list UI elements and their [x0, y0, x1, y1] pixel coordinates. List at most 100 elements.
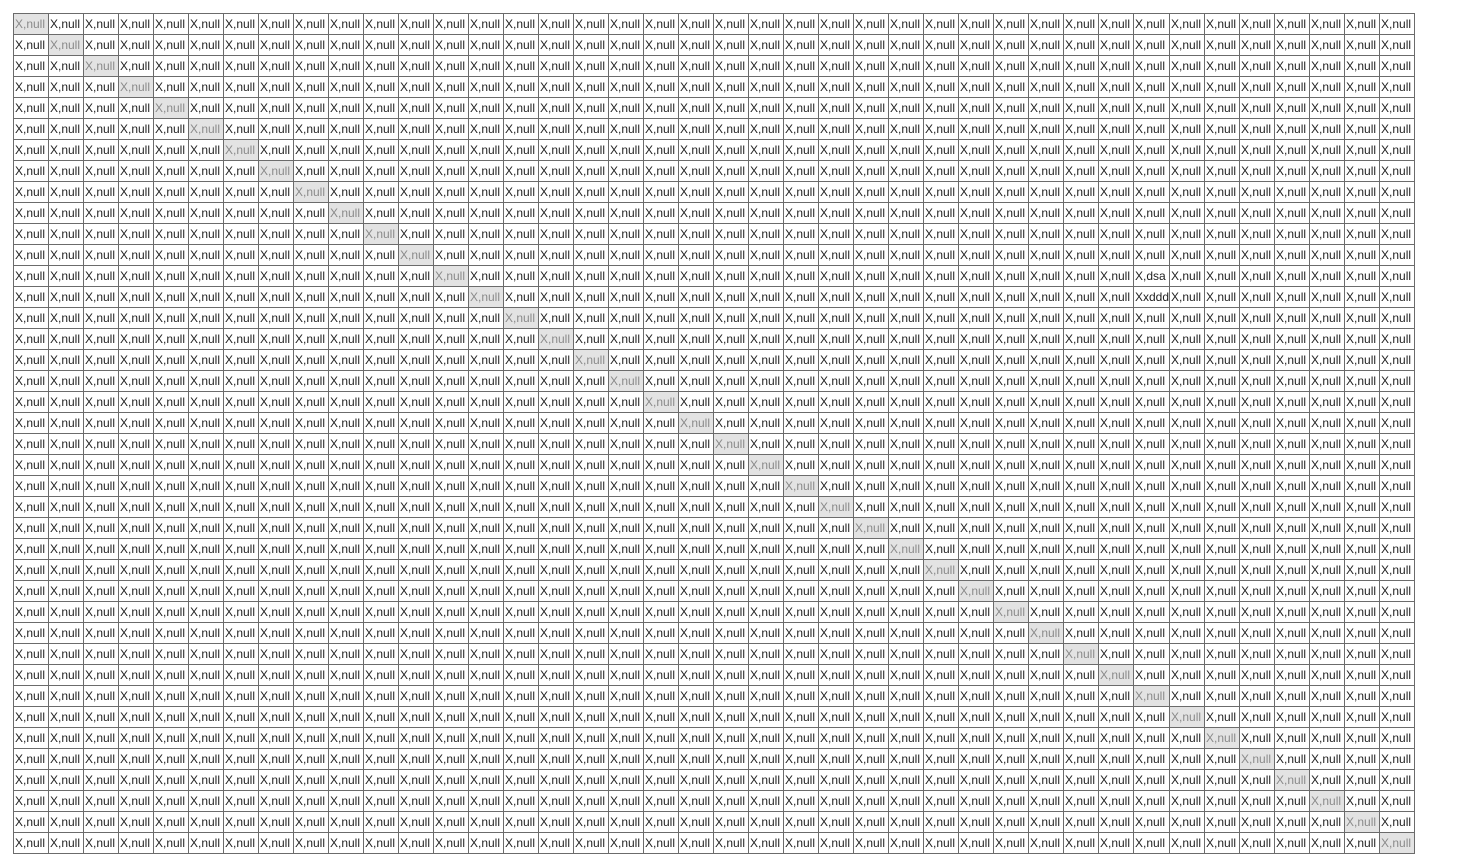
grid-cell[interactable]: X,null [258, 706, 294, 728]
grid-cell[interactable]: X,null [223, 286, 259, 308]
grid-cell[interactable]: X,null [1098, 391, 1134, 413]
grid-cell[interactable]: X,null [1239, 538, 1276, 560]
grid-cell[interactable]: X,null [958, 727, 994, 749]
grid-cell[interactable]: X,null [1028, 664, 1064, 686]
grid-cell[interactable]: X,null [258, 181, 294, 203]
grid-cell[interactable]: X,null [958, 97, 994, 119]
grid-cell[interactable]: X,null [223, 370, 259, 392]
grid-cell[interactable]: X,null [713, 664, 749, 686]
grid-cell[interactable]: X,null [503, 202, 539, 224]
grid-cell[interactable]: X,null [958, 223, 994, 245]
grid-cell[interactable]: X,null [923, 55, 959, 77]
grid-cell[interactable]: X,null [888, 181, 924, 203]
grid-cell[interactable]: X,null [888, 811, 924, 833]
grid-cell[interactable]: X,null [1028, 97, 1064, 119]
grid-cell[interactable]: X,null [713, 433, 749, 455]
grid-cell[interactable]: X,null [503, 496, 539, 518]
grid-cell[interactable]: X,null [1169, 265, 1206, 287]
grid-cell[interactable]: X,null [1309, 454, 1346, 476]
grid-cell[interactable]: X,null [1132, 433, 1171, 455]
grid-cell[interactable]: X,null [1204, 580, 1241, 602]
grid-cell[interactable]: X,null [1098, 181, 1134, 203]
grid-cell[interactable]: X,null [1063, 139, 1099, 161]
grid-cell[interactable]: X,null [363, 118, 399, 140]
grid-cell[interactable]: X,null [1028, 706, 1064, 728]
grid-cell[interactable]: X,null [1204, 139, 1241, 161]
grid-cell[interactable]: X,null [1239, 13, 1276, 35]
grid-cell[interactable]: X,null [713, 223, 749, 245]
grid-cell[interactable]: X,null [293, 76, 329, 98]
grid-cell[interactable]: X,null [363, 601, 399, 623]
grid-cell[interactable]: X,null [888, 307, 924, 329]
grid-cell[interactable]: X,null [713, 349, 749, 371]
grid-cell[interactable]: X,null [468, 790, 504, 812]
grid-cell[interactable]: X,null [293, 13, 329, 35]
grid-cell[interactable]: X,null [503, 286, 539, 308]
grid-cell[interactable]: X,null [608, 286, 644, 308]
grid-cell[interactable]: X,null [1379, 286, 1416, 308]
grid-cell[interactable]: X,null [1274, 790, 1311, 812]
grid-cell[interactable]: X,null [363, 391, 399, 413]
grid-cell[interactable]: X,null [993, 286, 1029, 308]
grid-cell[interactable]: X,null [643, 559, 679, 581]
grid-cell[interactable]: X,null [13, 811, 49, 833]
grid-cell[interactable]: X,null [188, 685, 224, 707]
grid-cell[interactable]: X,null [433, 580, 469, 602]
grid-cell[interactable]: X,null [1063, 748, 1099, 770]
grid-cell[interactable]: X,null [118, 685, 154, 707]
grid-cell[interactable]: X,null [503, 454, 539, 476]
grid-cell[interactable]: X,null [818, 160, 854, 182]
grid-cell[interactable]: X,null [748, 370, 784, 392]
grid-cell[interactable]: X,null [748, 55, 784, 77]
grid-cell[interactable]: X,null [1063, 790, 1099, 812]
grid-cell[interactable]: X,null [1344, 622, 1381, 644]
grid-cell[interactable]: X,null [258, 265, 294, 287]
grid-cell[interactable]: X,null [1063, 391, 1099, 413]
grid-cell[interactable]: X,null [398, 76, 434, 98]
grid-cell[interactable]: X,null [223, 538, 259, 560]
grid-cell[interactable]: X,null [468, 832, 504, 854]
grid-cell[interactable]: X,null [958, 286, 994, 308]
grid-cell[interactable]: X,null [468, 559, 504, 581]
grid-cell[interactable]: X,null [1132, 475, 1171, 497]
grid-cell[interactable]: X,null [678, 412, 714, 434]
grid-cell[interactable]: X,null [13, 55, 49, 77]
grid-cell[interactable]: X,null [1239, 811, 1276, 833]
grid-cell[interactable]: X,null [258, 685, 294, 707]
grid-cell[interactable]: X,null [1204, 370, 1241, 392]
grid-cell[interactable]: X,null [188, 181, 224, 203]
grid-cell[interactable]: X,null [153, 622, 189, 644]
grid-cell[interactable]: X,null [993, 727, 1029, 749]
grid-cell[interactable]: X,null [538, 223, 574, 245]
grid-cell[interactable]: X,null [888, 391, 924, 413]
grid-cell[interactable]: X,null [1379, 76, 1416, 98]
grid-cell[interactable]: X,null [363, 307, 399, 329]
grid-cell[interactable]: X,null [293, 412, 329, 434]
grid-cell[interactable]: X,null [1309, 832, 1346, 854]
grid-cell[interactable]: X,null [958, 517, 994, 539]
grid-cell[interactable]: X,null [1098, 601, 1134, 623]
grid-cell[interactable]: X,null [153, 328, 189, 350]
grid-cell[interactable]: X,null [1204, 475, 1241, 497]
grid-cell[interactable]: X,null [678, 181, 714, 203]
grid-cell[interactable]: X,null [993, 454, 1029, 476]
grid-cell[interactable]: X,null [923, 727, 959, 749]
grid-cell[interactable]: X,null [153, 223, 189, 245]
grid-cell[interactable]: X,null [258, 160, 294, 182]
grid-cell[interactable]: X,null [643, 76, 679, 98]
grid-cell[interactable]: X,null [398, 727, 434, 749]
grid-cell[interactable]: X,null [433, 601, 469, 623]
grid-cell[interactable]: X,null [643, 202, 679, 224]
grid-cell[interactable]: X,null [538, 97, 574, 119]
grid-cell[interactable]: X,null [258, 727, 294, 749]
grid-cell[interactable]: X,null [83, 286, 119, 308]
grid-cell[interactable]: X,null [1204, 517, 1241, 539]
grid-cell[interactable]: X,null [118, 769, 154, 791]
grid-cell[interactable]: X,null [608, 328, 644, 350]
grid-cell[interactable]: X,null [1274, 160, 1311, 182]
grid-cell[interactable]: X,null [923, 34, 959, 56]
grid-cell[interactable]: X,null [1098, 118, 1134, 140]
grid-cell[interactable]: X,null [223, 685, 259, 707]
grid-cell[interactable]: X,null [713, 559, 749, 581]
grid-cell[interactable]: X,null [713, 412, 749, 434]
